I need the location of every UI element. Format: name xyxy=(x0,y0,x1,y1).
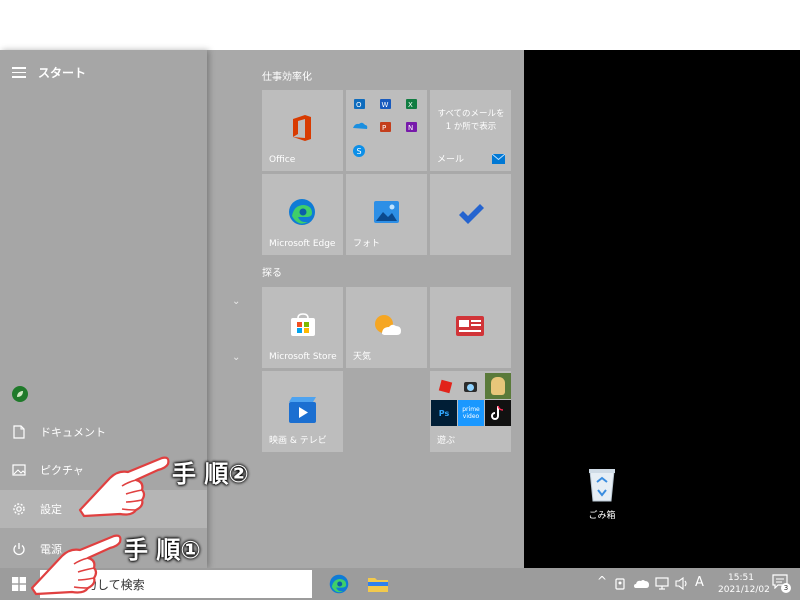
gear-icon xyxy=(12,502,26,516)
notification-badge: 3 xyxy=(781,583,791,593)
folder-icon xyxy=(368,578,388,592)
tile-label: 天気 xyxy=(353,352,372,362)
game-character-icon xyxy=(485,373,511,399)
tile-photos[interactable]: フォト xyxy=(346,174,427,255)
top-blank-area xyxy=(0,0,800,50)
annotation-step2: 手 順② xyxy=(172,460,249,488)
tile-play-folder[interactable]: Ps prime video 遊ぶ xyxy=(430,371,511,452)
checkmark-icon xyxy=(459,204,484,224)
tile-office[interactable]: Office xyxy=(262,90,343,171)
meet-now-icon[interactable] xyxy=(615,577,628,591)
picture-icon xyxy=(12,463,26,477)
tile-weather[interactable]: 天気 xyxy=(346,287,427,368)
edge-icon xyxy=(289,199,315,225)
power-icon xyxy=(12,542,26,556)
taskbar-explorer-button[interactable] xyxy=(367,574,389,594)
svg-text:P: P xyxy=(382,124,386,132)
user-avatar[interactable] xyxy=(12,386,28,402)
rail-item-label: ドキュメント xyxy=(40,426,106,439)
start-header: スタート xyxy=(12,64,86,81)
rail-item-label: 設定 xyxy=(40,503,62,516)
svg-text:O: O xyxy=(356,101,362,109)
tile-label: Office xyxy=(269,155,296,165)
tile-label: 映画 & テレビ xyxy=(269,436,327,446)
collapse-chevron-icon[interactable]: ⌄ xyxy=(232,296,240,307)
clock-time: 15:51 xyxy=(728,573,754,583)
photos-icon xyxy=(374,201,399,223)
pointing-hand-icon-step2 xyxy=(78,456,170,518)
hamburger-menu-icon[interactable] xyxy=(12,67,26,78)
tile-movies-tv[interactable]: 映画 & テレビ xyxy=(262,371,343,452)
store-icon xyxy=(291,313,315,336)
notification-center-button[interactable]: 3 xyxy=(772,574,792,594)
weather-icon xyxy=(375,315,401,335)
office-app-icons: O W X P N S xyxy=(353,99,417,157)
svg-text:W: W xyxy=(382,101,389,109)
onedrive-icon[interactable] xyxy=(634,579,649,588)
tile-label: Microsoft Edge xyxy=(269,239,336,249)
tile-office-apps[interactable]: O W X P N S xyxy=(346,90,427,171)
ime-indicator[interactable]: A xyxy=(695,575,704,590)
tile-label: 遊ぶ xyxy=(437,436,456,446)
network-icon[interactable] xyxy=(655,577,669,590)
edge-icon xyxy=(329,574,349,594)
avatar-leaf-icon xyxy=(17,391,23,397)
start-title: スタート xyxy=(38,66,87,80)
mail-caption: すべてのメールを 1 か所で表示 xyxy=(437,109,505,132)
news-icon xyxy=(456,316,484,336)
tiktok-icon xyxy=(485,400,511,426)
svg-text:N: N xyxy=(408,124,413,132)
office-icon xyxy=(293,115,311,141)
windows-logo-icon xyxy=(12,577,26,591)
show-hidden-icons-chevron[interactable]: ^ xyxy=(597,574,607,588)
camera-app-icon xyxy=(460,377,480,397)
tile-edge[interactable]: Microsoft Edge xyxy=(262,174,343,255)
photoshop-label: Ps xyxy=(438,408,450,418)
mail-icon xyxy=(492,154,505,164)
group-label-productivity[interactable]: 仕事効率化 xyxy=(262,68,312,83)
movies-icon xyxy=(289,397,316,423)
prime-video-icon: prime video xyxy=(458,400,484,426)
tile-label: フォト xyxy=(353,239,381,249)
recycle-bin[interactable]: ごみ箱 xyxy=(577,468,627,521)
svg-text:X: X xyxy=(408,101,413,109)
tile-mail[interactable]: すべてのメールを 1 か所で表示 メール xyxy=(430,90,511,171)
recycle-bin-label: ごみ箱 xyxy=(588,511,616,521)
svg-text:S: S xyxy=(357,147,362,156)
tile-label: Microsoft Store xyxy=(269,352,337,362)
recycle-bin-icon xyxy=(589,469,615,502)
prime-video-label: prime video xyxy=(462,406,480,420)
pointing-hand-icon-step1 xyxy=(30,534,122,596)
roblox-icon xyxy=(436,377,454,395)
clock-date: 2021/12/02 xyxy=(718,585,770,595)
tile-label: メール xyxy=(437,155,465,165)
taskbar-edge-button[interactable] xyxy=(328,574,350,594)
document-icon xyxy=(12,425,26,439)
annotation-step1: 手 順① xyxy=(124,536,201,564)
tile-store[interactable]: Microsoft Store xyxy=(262,287,343,368)
volume-icon[interactable] xyxy=(675,577,689,590)
rail-item-documents[interactable]: ドキュメント xyxy=(0,413,207,451)
collapse-chevron-icon[interactable]: ⌄ xyxy=(232,352,240,363)
tile-todo[interactable] xyxy=(430,174,511,255)
group-label-explore[interactable]: 探る xyxy=(262,264,282,279)
tile-news[interactable] xyxy=(430,287,511,368)
photoshop-icon: Ps xyxy=(431,400,457,426)
clock[interactable]: 15:51 2021/12/02 xyxy=(718,572,770,596)
